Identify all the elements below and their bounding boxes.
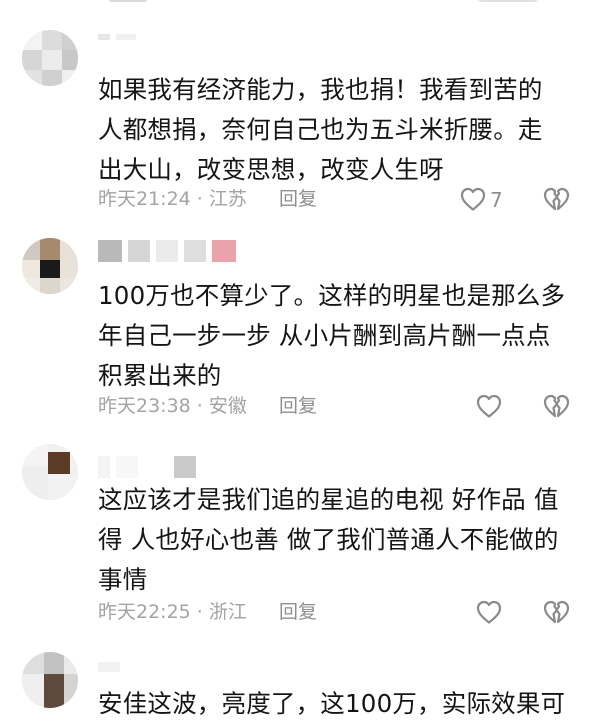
heart-icon[interactable]	[474, 391, 504, 421]
comment-actions	[0, 391, 600, 425]
avatar[interactable]	[22, 30, 78, 86]
comment-text-line: 这应该才是我们追的星追的电视 好作品 值	[98, 485, 559, 514]
comment-text-line: 年自己一步一步 从小片酬到高片酬一点点	[98, 321, 551, 350]
heart-icon[interactable]	[458, 184, 488, 214]
avatar[interactable]	[22, 444, 78, 500]
avatar[interactable]	[22, 652, 78, 708]
username-blurred[interactable]	[98, 662, 121, 684]
broken-heart-icon[interactable]	[541, 391, 571, 421]
like-count: 7	[490, 188, 503, 212]
avatar[interactable]	[22, 238, 78, 294]
comment-text-line: 事情	[98, 565, 148, 594]
comment-text-line: 100万也不算少了。这样的明星也是那么多	[98, 281, 566, 310]
username-blurred[interactable]	[98, 34, 137, 56]
comment-text: 这应该才是我们追的星追的电视 好作品 值 得 人也好心也善 做了我们普通人不能做…	[98, 480, 568, 600]
username-blurred[interactable]	[98, 240, 237, 262]
comment-text: 100万也不算少了。这样的明星也是那么多 年自己一步一步 从小片酬到高片酬一点点…	[98, 276, 568, 396]
username-blurred[interactable]	[98, 456, 197, 478]
previous-comment-remnant	[98, 0, 568, 6]
comment-text-line: 人都想捐，奈何自己也为五斗米折腰。走	[98, 115, 543, 144]
comment-actions	[0, 597, 600, 631]
heart-icon[interactable]	[474, 597, 504, 627]
broken-heart-icon[interactable]	[541, 597, 571, 627]
broken-heart-icon[interactable]	[541, 184, 571, 214]
comment-text-line: 如果我有经济能力，我也捐！我看到苦的	[98, 75, 543, 104]
comment-text-line: 得 人也好心也善 做了我们普通人不能做的	[98, 525, 559, 554]
comment-text-line: 安佳这波，亮度了，这100万，实际效果可	[98, 689, 566, 718]
comment-text: 安佳这波，亮度了，这100万，实际效果可	[98, 684, 568, 724]
comment-text: 如果我有经济能力，我也捐！我看到苦的 人都想捐，奈何自己也为五斗米折腰。走 出大…	[98, 70, 568, 190]
comment-actions: 7	[0, 184, 600, 218]
